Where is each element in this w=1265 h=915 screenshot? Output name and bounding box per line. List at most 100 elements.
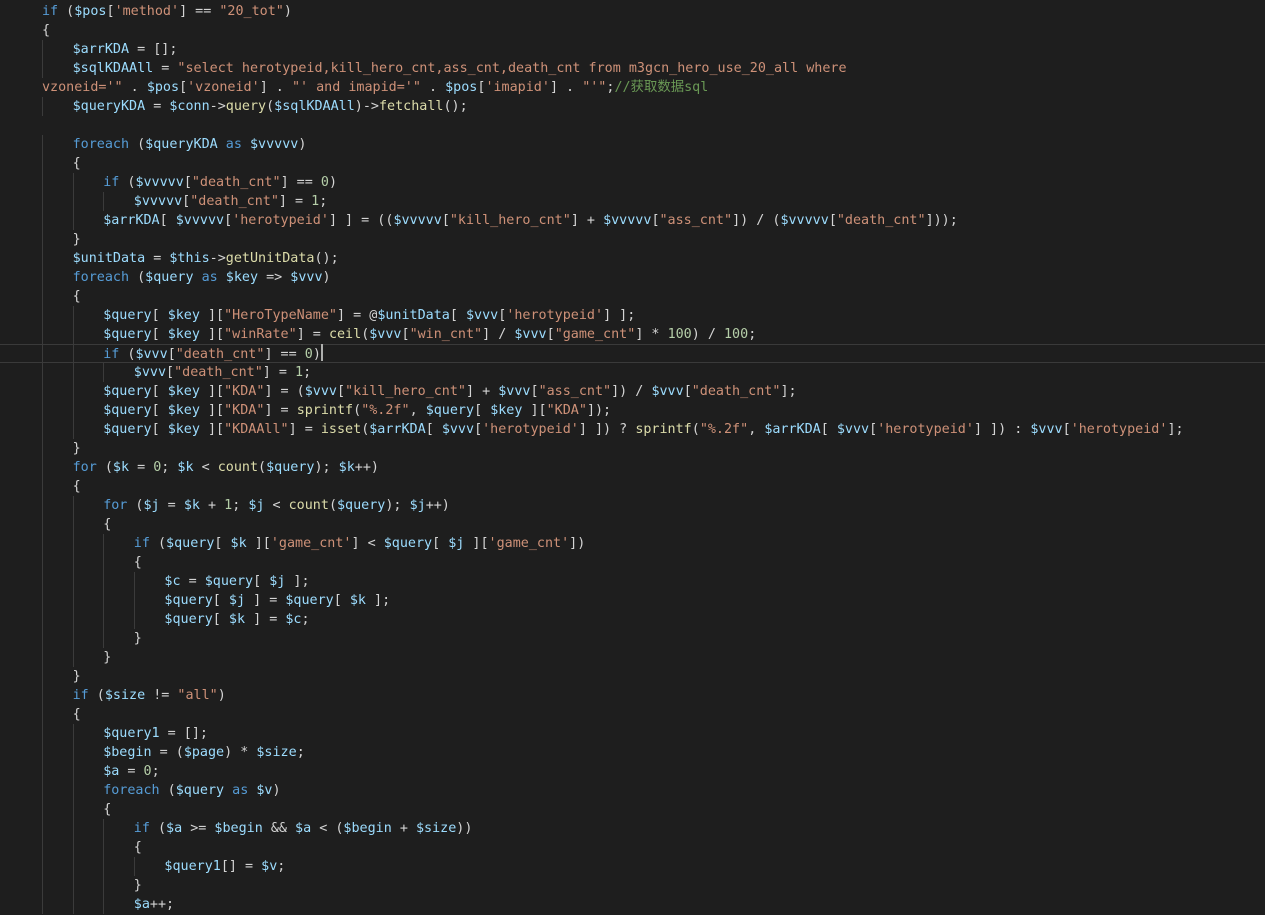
code-token: "ass_cnt" [659, 213, 733, 228]
code-line[interactable]: $arrKDA = []; [0, 40, 1265, 59]
indent-guide [42, 287, 43, 306]
code-token: $query [383, 536, 433, 551]
code-token: $queryKDA [72, 99, 146, 114]
code-line[interactable]: { [0, 287, 1265, 306]
code-token: (); [443, 99, 468, 114]
code-line[interactable]: $begin = ($page) * $size; [0, 743, 1265, 762]
code-token: foreach [72, 270, 130, 285]
code-line[interactable]: $query[ $j ] = $query[ $k ]; [0, 591, 1265, 610]
code-line[interactable]: $arrKDA[ $vvvvv['herotypeid'] ] = (($vvv… [0, 211, 1265, 230]
code-line[interactable]: } [0, 667, 1265, 686]
code-token: count [288, 498, 329, 513]
code-line[interactable]: $queryKDA = $conn->query($sqlKDAAll)->fe… [0, 97, 1265, 116]
indent-guide [42, 382, 43, 401]
code-line[interactable]: $query[ $key ]["HeroTypeName"] = @$unitD… [0, 306, 1265, 325]
code-line[interactable]: } [0, 629, 1265, 648]
code-token: $k [349, 593, 366, 608]
code-line[interactable]: } [0, 876, 1265, 895]
code-token: [ [333, 593, 350, 608]
code-text: $query[ $key ]["KDAAll"] = isset($arrKDA… [103, 420, 1183, 439]
code-token: ++; [149, 897, 175, 912]
indent-guide [103, 819, 105, 838]
indent-guide [42, 439, 43, 458]
code-line[interactable]: $sqlKDAAll = "select herotypeid,kill_her… [0, 59, 1265, 78]
indent-guide [42, 211, 43, 230]
code-line[interactable]: $query1[] = $v; [0, 857, 1265, 876]
code-line[interactable]: $vvv["death_cnt"] = 1; [0, 363, 1265, 382]
code-line[interactable]: { [0, 477, 1265, 496]
code-token: , [748, 422, 765, 437]
code-line[interactable]: $query1 = []; [0, 724, 1265, 743]
code-line[interactable]: { [0, 515, 1265, 534]
code-line[interactable]: { [0, 553, 1265, 572]
indent-guide [72, 629, 74, 648]
code-line[interactable]: } [0, 439, 1265, 458]
code-token: >= [182, 821, 215, 836]
code-line[interactable]: if ($pos['method'] == "20_tot") [0, 2, 1265, 21]
code-line[interactable]: foreach ($query as $key => $vvv) [0, 268, 1265, 287]
code-line[interactable]: $query[ $key ]["KDA"] = sprintf("%.2f", … [0, 401, 1265, 420]
code-line[interactable]: $query[ $key ]["KDAAll"] = isset($arrKDA… [0, 420, 1265, 439]
code-line[interactable]: for ($k = 0; $k < count($query); $k++) [0, 458, 1265, 477]
indent-guide [72, 762, 74, 781]
code-token: ] + [570, 213, 604, 228]
code-line[interactable]: $unitData = $this->getUnitData(); [0, 249, 1265, 268]
code-line[interactable]: if ($vvv["death_cnt"] == 0) [0, 344, 1265, 363]
code-line[interactable]: $query[ $k ] = $c; [0, 610, 1265, 629]
code-line[interactable]: $c = $query[ $j ]; [0, 572, 1265, 591]
code-token: 'imapid' [485, 80, 550, 95]
indent-guide [103, 838, 105, 857]
code-token: "ass_cnt" [538, 384, 612, 399]
code-token: ] = @ [337, 308, 378, 323]
code-token: $arrKDA [72, 42, 130, 57]
code-line[interactable]: if ($vvvvv["death_cnt"] == 0) [0, 173, 1265, 192]
code-line[interactable]: } [0, 648, 1265, 667]
code-token: = []; [159, 726, 208, 741]
code-line[interactable] [0, 116, 1265, 135]
code-token: as [217, 137, 250, 152]
code-token: = [129, 460, 154, 475]
code-line[interactable]: } [0, 230, 1265, 249]
code-token: [ [474, 422, 483, 437]
code-line[interactable]: foreach ($query as $v) [0, 781, 1265, 800]
code-editor[interactable]: if ($pos['method'] == "20_tot"){$arrKDA … [0, 0, 1265, 915]
code-token: ceil [328, 327, 362, 342]
indent-guide [42, 838, 43, 857]
code-line[interactable]: foreach ($queryKDA as $vvvvv) [0, 135, 1265, 154]
code-token: ( [159, 783, 176, 798]
code-token: $this [169, 251, 210, 266]
code-token: ][ [199, 384, 225, 399]
code-token: $v [256, 783, 273, 798]
code-line[interactable]: { [0, 800, 1265, 819]
code-text: { [134, 553, 142, 572]
code-line[interactable]: { [0, 705, 1265, 724]
text-cursor [320, 344, 323, 361]
code-line[interactable]: $a++; [0, 895, 1265, 914]
code-token: ][ [522, 403, 547, 418]
code-line[interactable]: $query[ $key ]["KDA"] = ($vvv["kill_hero… [0, 382, 1265, 401]
code-token: [ [683, 384, 692, 399]
code-token: $j [409, 498, 426, 513]
code-line[interactable]: vzoneid='" . $pos['vzoneid'] . "' and im… [0, 78, 1265, 97]
code-token: $k [338, 460, 355, 475]
code-line[interactable]: if ($a >= $begin && $a < ($begin + $size… [0, 819, 1265, 838]
code-line[interactable]: $a = 0; [0, 762, 1265, 781]
code-line[interactable]: { [0, 154, 1265, 173]
indent-guide [103, 610, 105, 629]
indent-guide [72, 382, 74, 401]
code-line[interactable]: for ($j = $k + 1; $j < count($query); $j… [0, 496, 1265, 515]
code-line[interactable]: { [0, 838, 1265, 857]
code-token: ][ [246, 536, 271, 551]
code-token: "death_cnt" [190, 194, 279, 209]
code-token: $j [269, 574, 286, 589]
code-token: [ [401, 327, 410, 342]
code-line[interactable]: $query[ $key ]["winRate"] = ceil($vvv["w… [0, 325, 1265, 344]
indent-guide [42, 553, 43, 572]
code-token: $key [167, 403, 200, 418]
code-line[interactable]: if ($query[ $k ]['game_cnt'] < $query[ $… [0, 534, 1265, 553]
code-line[interactable]: { [0, 21, 1265, 40]
code-line[interactable]: $vvvvv["death_cnt"] = 1; [0, 192, 1265, 211]
indent-guide [103, 553, 105, 572]
code-token: ]) / [611, 384, 652, 399]
code-line[interactable]: if ($size != "all") [0, 686, 1265, 705]
